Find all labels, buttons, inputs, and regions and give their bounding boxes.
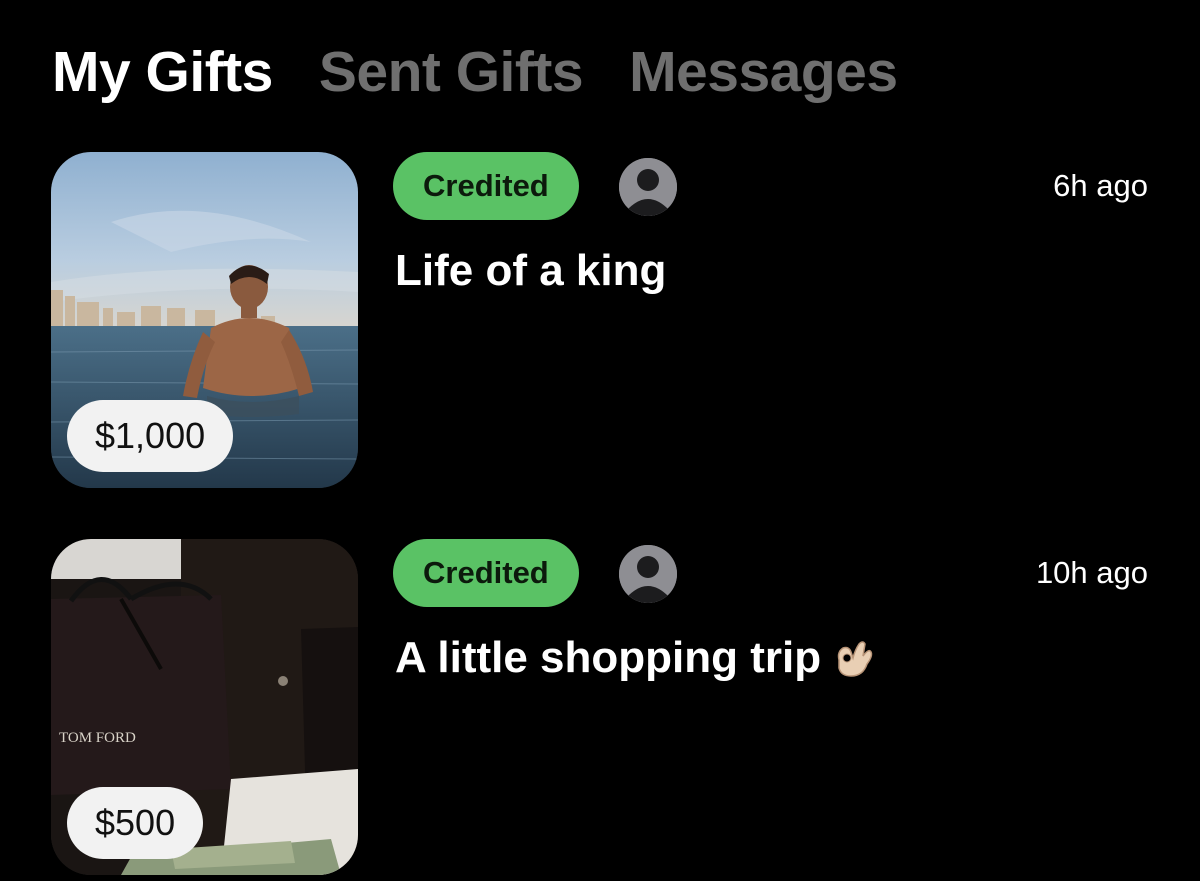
gifts-screen: My Gifts Sent Gifts Messages $1,000 Cred… (0, 0, 1200, 881)
gift-title[interactable]: A little shopping trip (395, 633, 877, 683)
tab-bar: My Gifts Sent Gifts Messages (52, 38, 898, 106)
gift-time: 10h ago (1035, 555, 1148, 590)
gift-image[interactable]: TOM FORD $500 (51, 539, 358, 875)
gift-amount-pill: $500 (67, 787, 204, 859)
tab-my-gifts[interactable]: My Gifts (52, 38, 273, 106)
ok-hand-emoji-icon (829, 634, 877, 682)
gift-item[interactable]: TOM FORD $500 Credited 10h ago A little … (0, 539, 1200, 879)
default-user-avatar-icon[interactable] (619, 158, 677, 216)
status-badge: Credited (393, 152, 579, 220)
tab-messages[interactable]: Messages (629, 38, 898, 106)
default-user-avatar-icon[interactable] (619, 545, 677, 603)
gift-image[interactable]: $1,000 (51, 152, 358, 488)
gift-title-text: A little shopping trip (395, 633, 822, 682)
gift-amount-pill: $1,000 (67, 400, 234, 472)
gift-time: 6h ago (1053, 168, 1148, 203)
gift-item[interactable]: $1,000 Credited 6h ago Life of a king (0, 152, 1200, 492)
tab-sent-gifts[interactable]: Sent Gifts (319, 38, 584, 106)
brand-label: TOM FORD (59, 730, 136, 746)
status-badge: Credited (393, 539, 579, 607)
gift-title-text: Life of a king (395, 246, 667, 295)
gift-title[interactable]: Life of a king (395, 246, 666, 296)
